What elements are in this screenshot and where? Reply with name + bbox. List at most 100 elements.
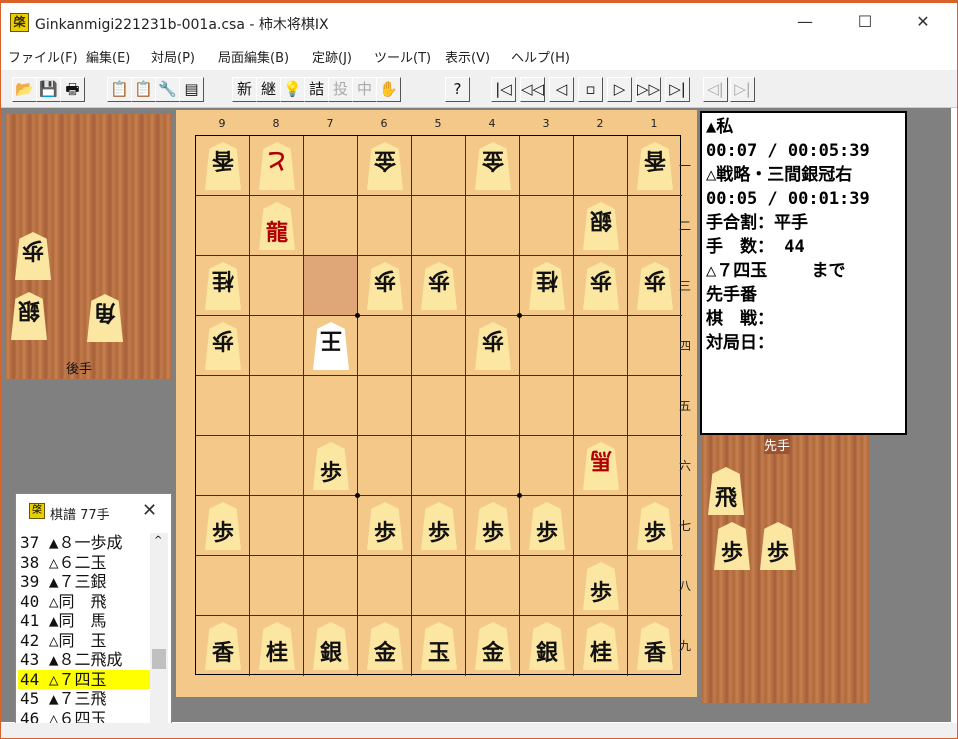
kifu-close-icon[interactable]: ✕ [142,500,157,521]
fast-forward-button[interactable]: ▷▷ [636,77,661,102]
board-square[interactable] [574,316,628,376]
board-square[interactable] [250,436,304,496]
board-square[interactable] [196,556,250,616]
menu-item-2[interactable]: 対局(P) [151,47,195,66]
shogi-piece[interactable]: 金 [367,622,403,670]
board-square[interactable] [412,436,466,496]
sente-hand-piece[interactable]: 飛 [708,467,744,515]
shogi-piece[interactable]: 桂 [529,262,565,310]
board-square[interactable] [574,496,628,556]
shogi-piece[interactable]: 歩 [421,262,457,310]
board-square[interactable] [196,196,250,256]
hint-icon[interactable]: 💡 [280,77,305,102]
minimize-button[interactable]: — [782,9,828,35]
shogi-piece[interactable]: 歩 [367,262,403,310]
paste-icon[interactable]: 📋 [131,77,156,102]
board-square[interactable] [304,376,358,436]
board-square[interactable] [196,436,250,496]
first-move-button[interactable]: |◁ [491,77,516,102]
board-square[interactable] [358,316,412,376]
board-square[interactable] [196,376,250,436]
fast-back-button[interactable]: ◁◁ [520,77,545,102]
shogi-piece[interactable]: 金 [475,142,511,190]
back-button[interactable]: ◁ [549,77,574,102]
board-square[interactable] [250,316,304,376]
board-square[interactable] [466,196,520,256]
kifu-move-row[interactable]: 39 ▲７三銀 [18,572,150,592]
shogi-piece[interactable]: 歩 [367,502,403,550]
shogi-piece[interactable]: 歩 [583,562,619,610]
shogi-piece[interactable]: 桂 [583,622,619,670]
kifu-move-row[interactable]: 38 △６二玉 [18,553,150,573]
board-square[interactable] [412,556,466,616]
shogi-piece[interactable]: 銀 [529,622,565,670]
board-square[interactable] [250,376,304,436]
gote-piece-stand[interactable]: 後手 歩銀 角 [5,114,172,379]
shogi-piece[interactable]: 桂 [205,262,241,310]
gote-hand-piece[interactable]: 銀 [11,292,47,340]
help-icon[interactable]: ? [445,77,470,102]
board-square[interactable] [574,136,628,196]
menu-item-7[interactable]: ヘルプ(H) [511,47,570,66]
board-square[interactable] [304,136,358,196]
shogi-piece[interactable]: 王 [313,322,349,370]
shogi-piece[interactable]: 馬 [583,442,619,490]
kifu-scroll-thumb[interactable] [152,649,166,669]
stop-button[interactable]: ▫ [578,77,603,102]
sente-hand-piece[interactable]: 歩 [760,522,796,570]
print-icon[interactable]: 🖶 [60,77,85,102]
board-square[interactable] [358,436,412,496]
sente-piece-stand[interactable]: 先手 飛歩歩 [702,433,869,703]
board-square[interactable] [520,316,574,376]
title-bar[interactable]: 棨 Ginkanmigi221231b-001a.csa - 柿木将棋IX — … [1,3,957,38]
board-square[interactable] [520,436,574,496]
menu-item-6[interactable]: 表示(V) [445,47,490,66]
board-square[interactable] [304,496,358,556]
menu-item-3[interactable]: 局面編集(B) [218,47,289,66]
board-square[interactable] [358,376,412,436]
kifu-move-row[interactable]: 37 ▲８一歩成 [18,533,150,553]
shogi-piece[interactable]: 歩 [313,442,349,490]
shogi-piece[interactable]: 歩 [205,322,241,370]
shogi-piece[interactable]: と [259,142,295,190]
tsume-button[interactable]: 詰 [304,77,329,102]
board-square[interactable] [628,376,682,436]
board-square[interactable] [304,196,358,256]
kifu-move-row[interactable]: 43 ▲８二飛成 [18,650,150,670]
board-square[interactable] [628,556,682,616]
resign-button[interactable]: 投 [328,77,353,102]
board-square[interactable] [520,196,574,256]
shogi-piece[interactable]: 香 [205,142,241,190]
shogi-piece[interactable]: 玉 [421,622,457,670]
kifu-move-row[interactable]: 45 ▲７三飛 [18,689,150,709]
scroll-up-icon[interactable]: ^ [154,535,162,546]
kifu-move-row[interactable]: 44 △７四玉 [18,669,150,689]
board-square[interactable] [466,556,520,616]
shogi-piece[interactable]: 歩 [475,502,511,550]
shogi-piece[interactable]: 歩 [583,262,619,310]
shogi-piece[interactable]: 香 [637,142,673,190]
board-square[interactable] [250,256,304,316]
shogi-piece[interactable]: 歩 [637,502,673,550]
menu-item-0[interactable]: ファイル(F) [8,47,78,66]
kifu-move-row[interactable]: 41 ▲同 馬 [18,611,150,631]
shogi-piece[interactable]: 歩 [475,322,511,370]
gote-hand-piece[interactable]: 歩 [15,232,51,280]
board-square[interactable] [304,256,358,316]
board-square[interactable] [628,316,682,376]
branch-next-button[interactable]: ▷| [730,77,755,102]
copy-icon[interactable]: 📋 [107,77,132,102]
menu-item-5[interactable]: ツール(T) [374,47,431,66]
board-square[interactable] [358,556,412,616]
hand-icon[interactable]: ✋ [376,77,401,102]
board-square[interactable] [466,436,520,496]
board-square[interactable] [412,136,466,196]
list-icon[interactable]: ▤ [179,77,204,102]
board-square[interactable] [520,556,574,616]
shogi-piece[interactable]: 銀 [583,202,619,250]
kifu-move-row[interactable]: 40 △同 飛 [18,592,150,612]
new-game-button[interactable]: 新 [232,77,257,102]
kifu-scrollbar[interactable]: ^ v [150,533,168,738]
board-square[interactable] [574,376,628,436]
shogi-piece[interactable]: 金 [367,142,403,190]
